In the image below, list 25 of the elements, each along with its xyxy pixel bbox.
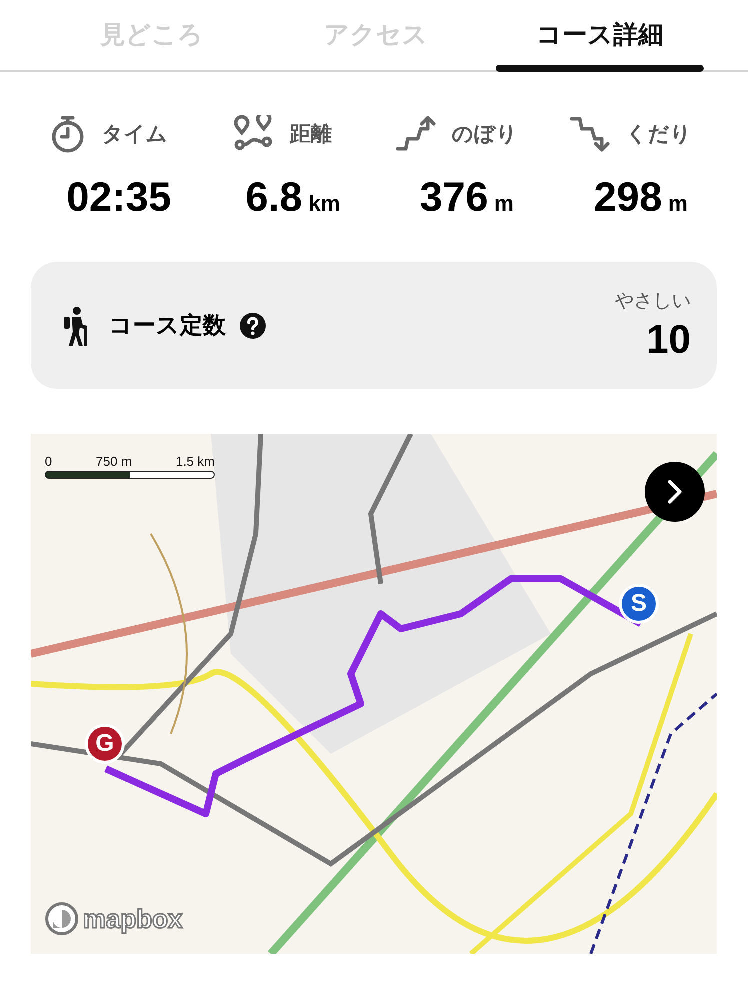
scale-label: 0: [45, 454, 52, 469]
mapbox-logo-text: mapbox: [83, 904, 183, 934]
stopwatch-icon: [50, 115, 86, 153]
course-constant-label: コース定数: [109, 312, 226, 341]
stat-label: タイム: [102, 121, 168, 148]
stat-unit: m: [494, 191, 514, 217]
stat-value: 376: [420, 174, 488, 221]
stat-label: のぼり: [452, 121, 518, 148]
stat-unit: km: [308, 191, 340, 217]
tab[interactable]: コース詳細: [488, 0, 712, 70]
stat-label: くだり: [626, 121, 692, 148]
zigzag-down-arrow-icon: [570, 115, 610, 153]
route-pins-icon: [234, 115, 274, 153]
stat-value: 298: [594, 174, 662, 221]
help-icon[interactable]: [240, 312, 266, 338]
zigzag-up-arrow-icon: [396, 115, 436, 153]
stat-value: 02:35: [66, 174, 172, 221]
chevron-right-icon: [667, 479, 683, 505]
course-constant-value: 10: [646, 318, 691, 363]
stat-unit: m: [668, 191, 688, 217]
difficulty-label: やさしい: [615, 289, 691, 314]
stat-value: 6.8: [246, 174, 303, 221]
scale-label: 1.5 km: [176, 454, 215, 469]
stat-label: 距離: [290, 121, 332, 148]
scale-label: 750 m: [96, 454, 132, 469]
